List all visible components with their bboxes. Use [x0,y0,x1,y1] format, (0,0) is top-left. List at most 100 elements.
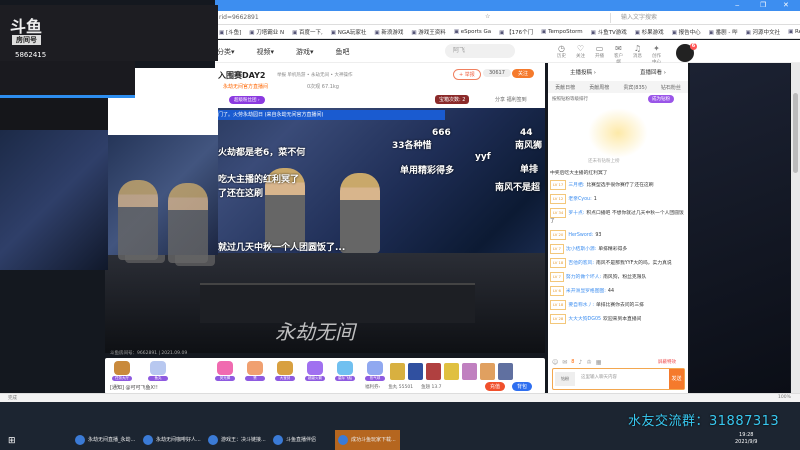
crown-icon[interactable]: ♔ [586,359,591,366]
douyu-overlay: 斗鱼 房间号 5862415 [0,5,218,61]
close-icon[interactable]: ✕ [783,1,789,9]
gift-item[interactable]: 超级火箭 [305,361,325,381]
gift-thumbnail-icon[interactable] [390,363,405,380]
gift-item[interactable]: 热气球 [365,361,385,381]
username[interactable]: 老亲Cyou: [568,197,591,202]
bookmark[interactable]: 河源中文社 [746,28,781,36]
chat-input[interactable]: 这里输入聊天内容 [581,374,617,380]
calendar-icon[interactable]: ▦ [596,359,602,366]
gift-item[interactable]: 赞 [245,361,265,381]
nav-history[interactable]: ◷ 历史 [555,44,568,65]
bookmark[interactable]: 杉果游戏 [635,28,664,36]
gift-thumbnail-icon[interactable] [444,363,459,380]
taskbar-app[interactable]: 游戏王：决斗链接... [205,430,270,450]
nav-link[interactable]: 视频▾ [257,47,275,57]
username[interactable]: 努力的做个坏人: [566,275,601,280]
follow-button[interactable]: 关注 [512,69,535,78]
fan-level-button[interactable]: 钻粉 [555,372,575,386]
chat-top-link[interactable]: 直播回看 › [640,68,666,76]
avatar[interactable]: 6 [676,43,697,62]
browser-search-input[interactable]: 输入文字搜索 [610,13,750,23]
badge-count: 8 [571,359,575,365]
username[interactable]: 沈小桔斯小源: [566,247,596,252]
nav-bulb[interactable]: ✦创作中心 [650,44,663,65]
report-button[interactable]: + 举报 [453,69,481,80]
room-tag[interactable]: 永劫无间官方直播间 [223,83,268,90]
taskbar-app[interactable]: 成功斗鱼玩家下载... [335,430,400,450]
send-button[interactable]: 发送 [669,369,684,389]
page-scrollbar[interactable] [791,63,800,394]
username[interactable]: 罗十点: [568,211,584,216]
bookmark[interactable]: 刀塔霸业 N [249,28,284,36]
emoji-icon[interactable]: ☺ [552,359,558,366]
taskbar-app[interactable]: 永劫无间直播_永劫... [72,430,137,450]
bookmark[interactable]: [斗鱼] [219,28,241,36]
fan-club-badge[interactable]: 超级粉丝团 › [229,96,265,104]
minimize-icon[interactable]: ‒ [735,1,739,9]
site-search-input[interactable]: 阿飞 [445,44,515,58]
username[interactable]: HerSword: [568,233,593,238]
gift-thumbnail-icon[interactable] [426,363,441,380]
username[interactable]: 大大大狗DG05 [568,317,601,322]
share-button[interactable]: 分享 福利签到 [495,96,527,103]
become-diamond-fan-button[interactable]: 成为钻粉 [648,95,674,103]
gift-item[interactable]: 荧光棒 [215,361,235,381]
address-bar[interactable]: rid=9662891 ☆ 输入文字搜索 [215,11,800,25]
treasure-box-button[interactable]: 宝箱次数: 2 [435,95,470,104]
nav-message[interactable]: ✉客户端 [612,44,625,65]
gift-thumbnail-icon[interactable] [408,363,423,380]
browser-statusbar: 完成 100% [0,393,800,402]
bookmark[interactable]: 斗鱼TV游戏 [591,28,627,36]
room-stats: 0次观 67.1kg [307,84,339,90]
nav-link[interactable]: 游戏▾ [296,47,314,57]
zoom-level[interactable]: 100% [778,395,791,400]
gift-thumbnail-icon[interactable] [498,363,513,380]
clock[interactable]: 19:28 2021/9/9 [735,432,757,446]
tab-2[interactable]: 贵宾(835) [623,84,646,91]
charge-button[interactable]: 充值 [485,382,506,391]
windows-start-icon[interactable]: ⊞ [8,436,16,446]
bookmark[interactable]: 报告中心 [672,28,701,36]
gift-item[interactable]: 鱼丸 [148,361,168,381]
tab-0[interactable]: 贡献日榜 [555,84,575,91]
bookmark[interactable]: 【176个门 [499,28,533,36]
nav-link[interactable]: 分类▾ [217,47,235,57]
tab-3[interactable]: 钻石粉丝 [661,84,681,91]
username[interactable]: 吉他的客风: [568,261,594,266]
url-text[interactable]: rid=9662891 [219,14,259,21]
room-category[interactable]: 举报 单机热游 • 永劫无间 • 大神操作 [277,72,352,78]
bookmark[interactable]: 游戏王资料 [411,28,446,36]
taskbar-app[interactable]: 永劫无间咖啡好人... [140,430,205,450]
message-icon: ✉ [615,44,622,53]
bookmark[interactable]: NGA玩家社 [331,28,367,36]
maximize-icon[interactable]: ❐ [760,1,766,9]
volume-icon[interactable]: ♪ [578,359,582,366]
username[interactable]: 米开洲显罗格图图: [566,289,606,294]
bookmark[interactable]: Re [788,29,800,35]
bookmark[interactable]: 新浪游戏 [374,28,403,36]
bookmark[interactable]: 百度一下, [292,28,323,36]
username[interactable]: 要自称水丿: [568,303,594,308]
bookmark[interactable]: eSports Ga [454,29,491,35]
bookmark[interactable]: TempoStorm [541,29,583,35]
nav-heart[interactable]: ♡ 关注 [574,44,587,65]
taskbar-app[interactable]: 斗鱼直播伴侣 [270,430,335,450]
backpack-button[interactable]: 背包 [512,382,533,391]
gift-item[interactable]: 星际飞船 [335,361,355,381]
bookmark[interactable]: 番剧 - 哔 [709,28,738,36]
gift-item[interactable]: 大宝剑 [275,361,295,381]
video-icon: ▭ [595,44,604,53]
username[interactable]: 三月栖: [568,183,584,188]
tab-1[interactable]: 贡献周榜 [589,84,609,91]
gift-icon[interactable]: ✉ [562,359,567,366]
chat-top-link[interactable]: 主播投稿 › [570,68,596,76]
gift-thumbnail-icon[interactable] [480,363,495,380]
nav-video[interactable]: ▭ 开播 [593,44,606,65]
nav-link[interactable]: 鱼吧 [336,47,350,57]
block-effects-toggle[interactable]: 屏蔽特效 [658,359,676,365]
star-icon[interactable]: ☆ [485,13,490,20]
nav-bell[interactable]: ♫ 消息 [631,44,644,65]
gift-item[interactable]: 任务大厅 [112,361,132,381]
chat-message: LV 28 大大大狗DG05 欢迎来到本直播间 [550,314,686,324]
gift-thumbnail-icon[interactable] [462,363,477,380]
